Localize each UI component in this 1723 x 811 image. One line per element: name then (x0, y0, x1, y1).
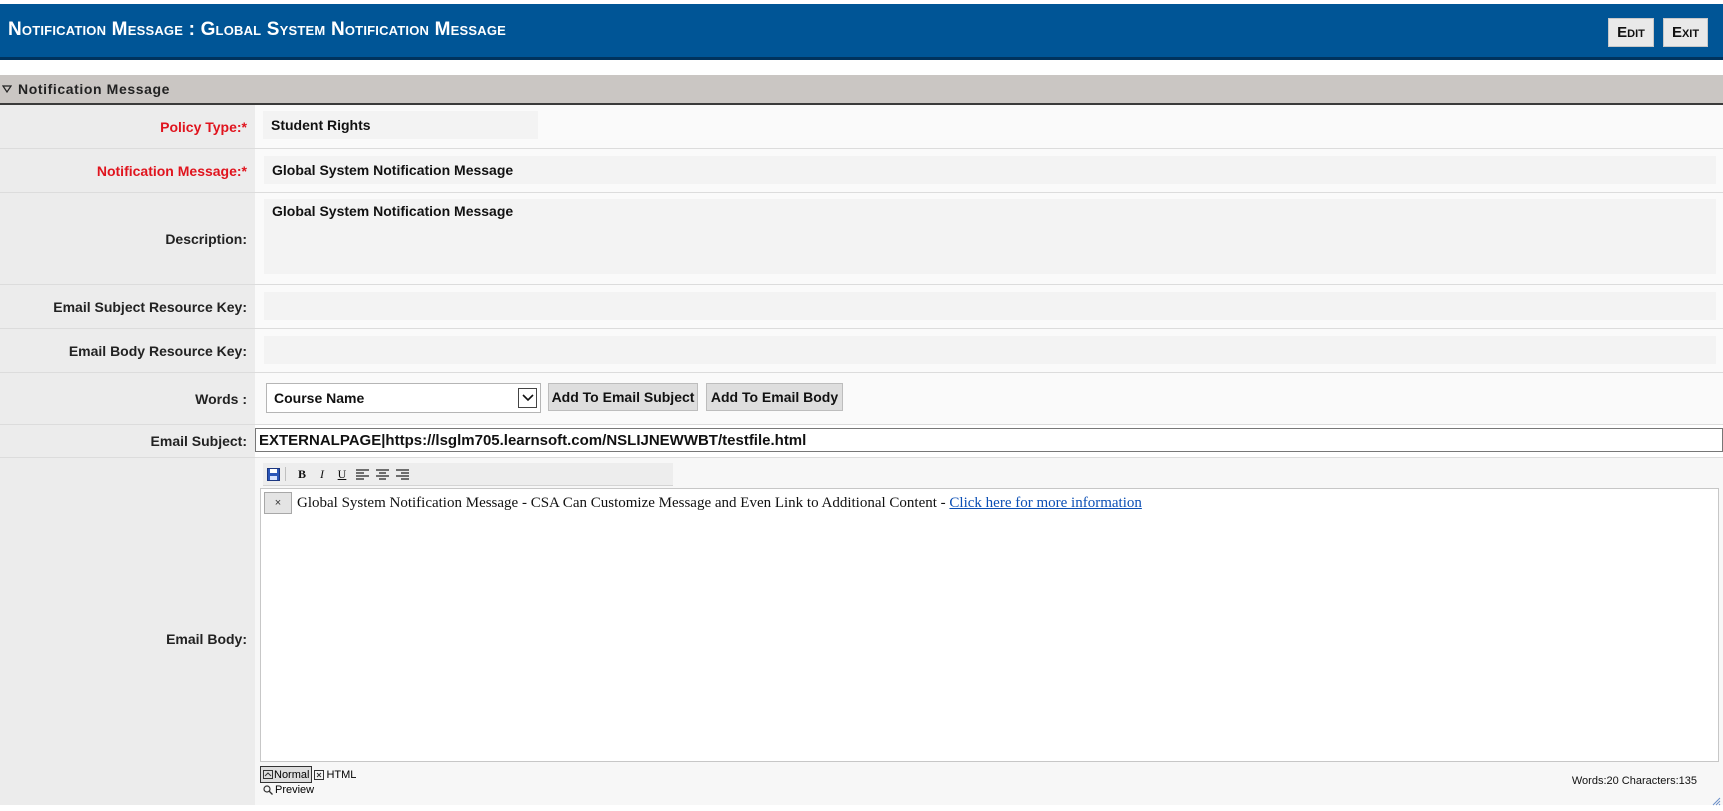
email-body-message: Global System Notification Message - CSA… (297, 495, 950, 511)
normal-mode-tab[interactable]: Normal (260, 766, 313, 783)
chevron-down-icon[interactable] (518, 388, 537, 408)
preview-label: Preview (275, 784, 315, 796)
remove-button[interactable]: × (264, 492, 292, 514)
policy-type-cell: Student Rights (255, 105, 1723, 148)
html-mode-label: HTML (326, 768, 357, 781)
html-mode-icon (314, 769, 325, 780)
add-to-email-body-button[interactable]: Add To Email Body (706, 383, 843, 411)
resize-handle-icon[interactable] (1711, 793, 1721, 806)
preview-tab[interactable]: Preview (263, 784, 314, 796)
notification-message-row: Notification Message:* Global System Not… (0, 149, 1723, 193)
email-body-text: Global System Notification Message - CSA… (297, 495, 1142, 512)
more-information-link[interactable]: Click here for more information (949, 495, 1141, 511)
bold-icon[interactable]: B (292, 464, 312, 484)
normal-mode-icon (263, 769, 273, 779)
align-center-icon[interactable] (372, 464, 392, 484)
normal-mode-label: Normal (274, 768, 310, 781)
notification-message-label: Notification Message:* (0, 149, 255, 192)
edit-button[interactable]: Edit (1608, 18, 1654, 47)
email-subject-row: Email Subject: EXTERNALPAGE|https://lsgl… (0, 425, 1723, 458)
section-header[interactable]: Notification Message (0, 75, 1723, 105)
description-value: Global System Notification Message (264, 199, 1716, 274)
notification-message-value: Global System Notification Message (264, 156, 1716, 184)
page-title: Notification Message : Global System Not… (8, 19, 507, 40)
policy-type-row: Policy Type:* Student Rights (0, 105, 1723, 149)
italic-icon[interactable]: I (312, 464, 332, 484)
toolbar-separator (285, 467, 292, 481)
description-label: Description: (0, 193, 255, 284)
words-select-value: Course Name (274, 390, 365, 406)
section-title: Notification Message (18, 81, 171, 97)
collapse-triangle-icon[interactable] (2, 83, 14, 95)
description-cell: Global System Notification Message (255, 193, 1723, 284)
email-body-editor[interactable]: × Global System Notification Message - C… (260, 488, 1719, 762)
words-select[interactable]: Course Name (266, 383, 541, 413)
save-icon[interactable] (263, 464, 283, 484)
add-to-email-subject-button[interactable]: Add To Email Subject (548, 383, 698, 411)
email-body-resource-key-row: Email Body Resource Key: (0, 329, 1723, 373)
words-row: Words : Course Name Add To Email Subject… (0, 373, 1723, 425)
email-subject-resource-key-value (264, 292, 1716, 320)
align-left-icon[interactable] (352, 464, 372, 484)
policy-type-value: Student Rights (263, 111, 538, 139)
email-subject-label: Email Subject: (0, 425, 255, 457)
email-subject-input[interactable]: EXTERNALPAGE|https://lsglm705.learnsoft.… (255, 428, 1723, 452)
magnifier-icon (263, 785, 273, 795)
email-body-resource-key-value (264, 336, 1716, 364)
underline-icon[interactable]: U (332, 464, 352, 484)
rich-text-editor: B I U × Global System Notification Messa… (255, 458, 1723, 806)
words-label: Words : (0, 373, 255, 424)
align-right-icon[interactable] (392, 464, 412, 484)
email-body-label: Email Body: (0, 458, 255, 805)
email-body-resource-key-label: Email Body Resource Key: (0, 329, 255, 372)
editor-mode-tabs: Normal HTML (260, 766, 358, 783)
notification-message-cell: Global System Notification Message (255, 149, 1723, 192)
exit-button[interactable]: Exit (1663, 18, 1708, 47)
word-character-count: Words:20 Characters:135 (1571, 775, 1697, 787)
description-row: Description: Global System Notification … (0, 193, 1723, 285)
email-subject-resource-key-label: Email Subject Resource Key: (0, 285, 255, 328)
email-subject-resource-key-row: Email Subject Resource Key: (0, 285, 1723, 329)
editor-toolbar: B I U (263, 463, 673, 486)
email-subject-resource-key-cell (255, 285, 1723, 328)
email-body-resource-key-cell (255, 329, 1723, 372)
page-header: Notification Message : Global System Not… (0, 4, 1723, 60)
policy-type-label: Policy Type:* (0, 105, 255, 148)
email-body-row: Email Body: B I U × Global System Notifi… (0, 458, 1723, 806)
html-mode-tab[interactable]: HTML (312, 767, 358, 782)
